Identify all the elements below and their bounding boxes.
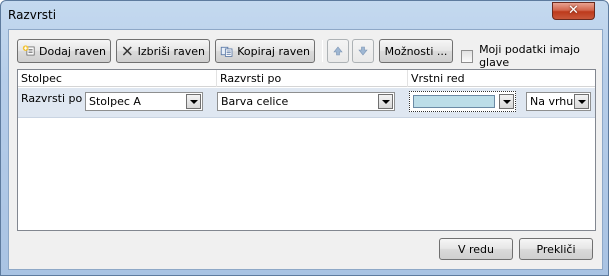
position-select-value: Na vrhu (530, 95, 574, 108)
order-color-dropdown-button[interactable] (499, 94, 514, 109)
move-down-button[interactable] (352, 39, 374, 63)
add-level-label: Dodaj raven (39, 44, 106, 58)
add-level-icon (22, 45, 35, 56)
column-header-sort-on: Razvrsti po (220, 72, 282, 85)
options-button[interactable]: Možnosti ... (379, 39, 453, 63)
headers-checkbox[interactable] (461, 49, 474, 63)
copy-level-label: Kopiraj raven (237, 44, 310, 58)
column-header-column: Stolpec (21, 72, 62, 85)
cell-color-swatch (413, 95, 495, 108)
ok-button[interactable]: V redu (439, 238, 513, 260)
sort-level-row[interactable]: Razvrsti po Stolpec A Barva celice Na vr… (18, 88, 595, 118)
dialog-title: Razvrsti (8, 8, 57, 22)
headers-checkbox-row[interactable]: Moji podatki imajo glave (461, 43, 602, 69)
column-dropdown-button[interactable] (186, 94, 201, 109)
close-icon: ✕ (568, 3, 579, 18)
cancel-label: Prekliči (536, 242, 576, 256)
row-label: Razvrsti po (21, 92, 83, 105)
options-label: Možnosti ... (384, 44, 448, 58)
delete-x-icon (122, 46, 132, 56)
chevron-down-icon (189, 99, 198, 104)
dialog-window: Razvrsti ✕ Dodaj raven Izbriši raven Kop… (0, 0, 609, 276)
add-level-button[interactable]: Dodaj raven (17, 39, 111, 63)
arrow-up-icon (333, 46, 343, 56)
sort-on-select-value: Barva celice (221, 95, 289, 108)
position-dropdown-button[interactable] (574, 94, 589, 109)
header-divider (407, 70, 408, 87)
grid-header: Stolpec Razvrsti po Vrstni red (18, 70, 595, 87)
sort-on-select[interactable]: Barva celice (217, 92, 395, 111)
arrow-down-icon (358, 46, 368, 56)
column-select-value: Stolpec A (89, 95, 141, 108)
delete-level-label: Izbriši raven (137, 44, 205, 58)
headers-checkbox-label: Moji podatki imajo glave (479, 43, 580, 69)
dialog-body: Dodaj raven Izbriši raven Kopiraj raven … (8, 29, 603, 270)
header-divider (216, 70, 217, 87)
copy-icon (220, 46, 233, 57)
column-select[interactable]: Stolpec A (85, 92, 203, 111)
chevron-down-icon (381, 99, 390, 104)
column-header-order: Vrstni red (411, 72, 465, 85)
cancel-button[interactable]: Prekliči (519, 238, 593, 260)
chevron-down-icon (502, 99, 511, 104)
close-button[interactable]: ✕ (552, 2, 595, 20)
sort-on-dropdown-button[interactable] (378, 94, 393, 109)
move-up-button[interactable] (327, 39, 349, 63)
chevron-down-icon (577, 99, 586, 104)
order-color-select[interactable] (409, 91, 516, 112)
delete-level-button[interactable]: Izbriši raven (116, 39, 210, 63)
position-select[interactable]: Na vrhu (526, 92, 591, 111)
copy-level-button[interactable]: Kopiraj raven (215, 39, 315, 63)
toolbar-separator (322, 40, 323, 62)
ok-label: V redu (457, 242, 495, 256)
sort-levels-grid: Stolpec Razvrsti po Vrstni red Razvrsti … (17, 69, 596, 231)
